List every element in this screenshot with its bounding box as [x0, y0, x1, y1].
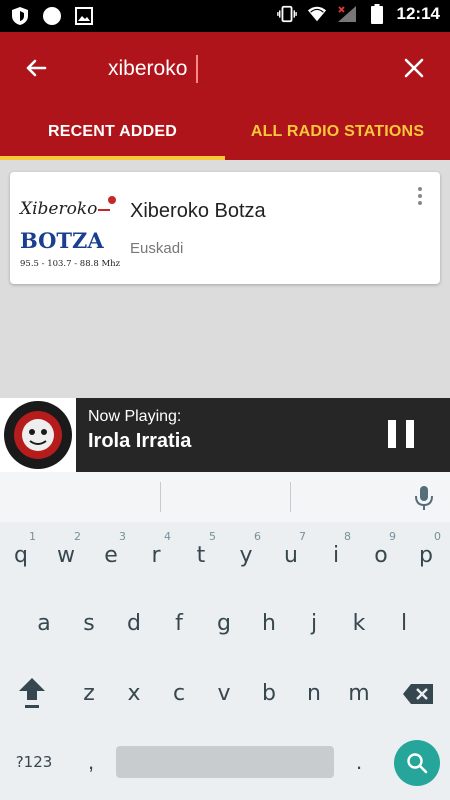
key-e[interactable]: e3 [92, 528, 130, 582]
now-playing-label: Now Playing: [88, 408, 182, 425]
search-enter-key[interactable] [394, 740, 440, 786]
app-bar: RECENT ADDED ALL RADIO STATIONS [0, 32, 450, 160]
more-options-button[interactable] [410, 182, 430, 210]
key-r[interactable]: r4 [137, 528, 175, 582]
key-z[interactable]: z [70, 666, 108, 720]
pause-button[interactable] [388, 420, 414, 448]
tab-label: ALL RADIO STATIONS [250, 123, 425, 140]
key-g[interactable]: g [205, 596, 243, 650]
key-d[interactable]: d [115, 596, 153, 650]
clear-search-button[interactable] [392, 48, 436, 88]
tab-label: RECENT ADDED [48, 123, 177, 140]
tab-recent-added[interactable]: RECENT ADDED [0, 104, 225, 160]
station-logo: Xiberoko BOTZA 95.5 - 103.7 - 88.8 Mhz [18, 196, 121, 269]
shift-icon [19, 678, 45, 708]
station-region: Euskadi [130, 240, 184, 257]
key-c[interactable]: c [160, 666, 198, 720]
key-n[interactable]: n [295, 666, 333, 720]
station-name: Xiberoko Botza [130, 200, 266, 222]
search-icon [407, 753, 428, 774]
arrow-left-icon [26, 59, 47, 77]
key-w[interactable]: w2 [47, 528, 85, 582]
battery-icon [367, 4, 387, 24]
now-playing-bar[interactable]: Now Playing: Irola Irratia [0, 398, 450, 472]
soft-keyboard: q1 w2 e3 r4 t5 y6 u7 i8 o9 p0 a s d f g … [0, 472, 450, 800]
key-f[interactable]: f [160, 596, 198, 650]
key-s[interactable]: s [70, 596, 108, 650]
image-icon [74, 6, 94, 26]
key-u[interactable]: u7 [272, 528, 310, 582]
tab-all-radio-stations[interactable]: ALL RADIO STATIONS [225, 104, 450, 160]
svg-text:Xiberoko: Xiberoko [18, 199, 97, 219]
tab-bar: RECENT ADDED ALL RADIO STATIONS [0, 104, 450, 160]
suggestion-divider [290, 482, 291, 512]
signal-icon [337, 4, 357, 24]
backspace-icon [403, 684, 433, 704]
key-x[interactable]: x [115, 666, 153, 720]
suggestion-divider [160, 482, 161, 512]
key-k[interactable]: k [340, 596, 378, 650]
comma-key[interactable]: , [74, 742, 108, 782]
key-t[interactable]: t5 [182, 528, 220, 582]
svg-text:95.5 - 103.7 - 88.8 Mhz: 95.5 - 103.7 - 88.8 Mhz [20, 259, 121, 269]
station-card[interactable]: Xiberoko BOTZA 95.5 - 103.7 - 88.8 Mhz X… [10, 172, 440, 284]
more-vert-icon [418, 187, 422, 191]
shield-icon [10, 6, 30, 26]
suggestion-strip [0, 472, 450, 522]
results-list: Xiberoko BOTZA 95.5 - 103.7 - 88.8 Mhz X… [0, 160, 450, 398]
vibrate-icon [276, 4, 297, 24]
now-playing-title: Irola Irratia [88, 430, 192, 452]
symbols-key[interactable]: ?123 [6, 744, 62, 780]
key-b[interactable]: b [250, 666, 288, 720]
key-h[interactable]: h [250, 596, 288, 650]
key-j[interactable]: j [295, 596, 333, 650]
key-p[interactable]: p0 [407, 528, 445, 582]
mic-icon[interactable] [412, 484, 436, 512]
search-input[interactable] [108, 52, 368, 86]
text-cursor [196, 55, 198, 83]
close-icon [404, 58, 424, 78]
key-i[interactable]: i8 [317, 528, 355, 582]
key-y[interactable]: y6 [227, 528, 265, 582]
period-key[interactable]: . [342, 742, 376, 782]
status-bar: 12:14 [0, 0, 450, 32]
back-button[interactable] [14, 48, 58, 88]
wifi-icon [307, 4, 327, 24]
backspace-key[interactable] [398, 676, 438, 712]
key-a[interactable]: a [25, 596, 63, 650]
space-bar[interactable] [116, 746, 334, 778]
circle-icon [42, 6, 62, 26]
svg-text:BOTZA: BOTZA [20, 228, 104, 253]
key-v[interactable]: v [205, 666, 243, 720]
key-q[interactable]: q1 [2, 528, 40, 582]
key-l[interactable]: l [385, 596, 423, 650]
pause-icon [388, 420, 396, 448]
key-m[interactable]: m [340, 666, 378, 720]
shift-key[interactable] [12, 668, 52, 718]
key-o[interactable]: o9 [362, 528, 400, 582]
clock: 12:14 [396, 4, 440, 23]
player-station-logo [0, 398, 76, 472]
